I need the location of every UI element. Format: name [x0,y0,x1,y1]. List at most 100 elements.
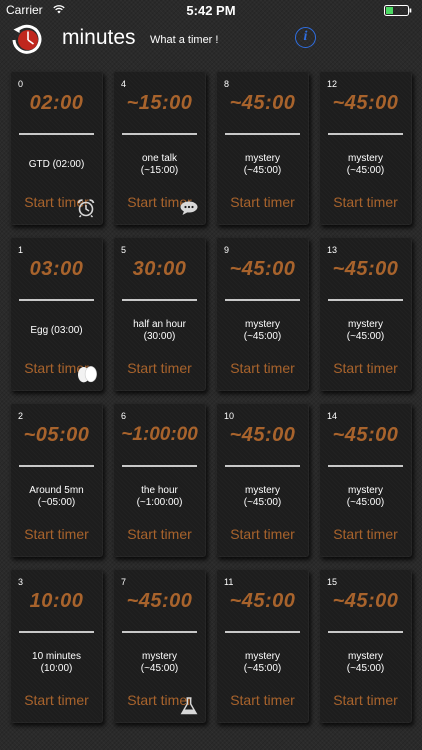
divider [225,299,300,301]
timer-index: 2 [18,411,24,421]
divider [122,465,197,467]
timer-label: mystery (~45:00) [140,651,179,674]
timer-duration: ~45:00 [229,590,296,612]
header: minutes What a timer ! i [0,20,422,62]
timer-card[interactable]: 3 10:00 10 minutes (10:00) Start timer [10,569,103,723]
speech-bubble-icon [180,201,198,215]
timer-grid: 0 02:00 GTD (02:00) Start timer 4 ~15:00… [10,71,412,729]
start-timer-button[interactable]: Start timer [319,692,412,708]
timer-card[interactable]: 4 ~15:00 one talk (~15:00) Start timer [113,71,206,225]
timer-duration: ~15:00 [126,92,193,114]
divider [122,133,197,135]
timer-label: mystery (~45:00) [346,651,385,674]
timer-card[interactable]: 14 ~45:00 mystery (~45:00) Start timer [319,403,412,557]
timer-card[interactable]: 6 ~1:00:00 the hour (~1:00:00) Start tim… [113,403,206,557]
timer-duration: ~45:00 [229,258,296,280]
timer-label: Egg (03:00) [30,325,83,336]
timer-label: one talk (~15:00) [140,153,179,176]
timer-label: mystery (~45:00) [346,153,385,176]
timer-label: 10 minutes (10:00) [32,651,81,674]
start-timer-button[interactable]: Start timer [319,360,412,376]
timer-label: mystery (~45:00) [346,485,385,508]
start-timer-button[interactable]: Start timer [216,194,309,210]
start-timer-button[interactable]: Start timer [319,194,412,210]
start-timer-button[interactable]: Start timer [216,360,309,376]
timer-card[interactable]: 13 ~45:00 mystery (~45:00) Start timer [319,237,412,391]
timer-label: mystery (~45:00) [243,651,282,674]
timer-label: GTD (02:00) [28,159,85,170]
timer-card[interactable]: 1 03:00 Egg (03:00) Start timer [10,237,103,391]
divider [328,299,403,301]
divider [19,299,94,301]
battery-icon [384,5,412,16]
app-title: minutes [62,26,136,49]
timer-index: 15 [327,577,338,587]
divider [225,631,300,633]
divider [328,631,403,633]
timer-duration: ~1:00:00 [121,424,198,445]
status-bar: Carrier 5:42 PM [0,0,422,20]
timer-duration: ~45:00 [332,590,399,612]
timer-index: 7 [121,577,127,587]
timer-card[interactable]: 9 ~45:00 mystery (~45:00) Start timer [216,237,309,391]
timer-card[interactable]: 5 30:00 half an hour (30:00) Start timer [113,237,206,391]
timer-index: 14 [327,411,338,421]
timer-index: 5 [121,245,127,255]
timer-label: the hour (~1:00:00) [136,485,183,508]
timer-card[interactable]: 8 ~45:00 mystery (~45:00) Start timer [216,71,309,225]
divider [19,465,94,467]
start-timer-button[interactable]: Start timer [113,360,206,376]
timer-card[interactable]: 10 ~45:00 mystery (~45:00) Start timer [216,403,309,557]
timer-card[interactable]: 11 ~45:00 mystery (~45:00) Start timer [216,569,309,723]
timer-label: mystery (~45:00) [243,319,282,342]
timer-card[interactable]: 15 ~45:00 mystery (~45:00) Start timer [319,569,412,723]
timer-index: 3 [18,577,24,587]
timer-duration: 10:00 [29,590,84,612]
alarm-clock-icon [77,199,95,218]
timer-index: 6 [121,411,127,421]
divider [19,631,94,633]
app-subtitle: What a timer ! [150,34,219,46]
timer-index: 13 [327,245,338,255]
flask-icon [180,697,198,715]
timer-duration: ~45:00 [126,590,193,612]
timer-duration: ~45:00 [332,424,399,446]
divider [328,133,403,135]
timer-card[interactable]: 0 02:00 GTD (02:00) Start timer [10,71,103,225]
timer-index: 10 [224,411,235,421]
app-logo-icon[interactable] [9,23,45,57]
timer-label: mystery (~45:00) [243,153,282,176]
divider [122,299,197,301]
start-timer-button[interactable]: Start timer [319,526,412,542]
timer-card[interactable]: 7 ~45:00 mystery (~45:00) Start timer [113,569,206,723]
timer-index: 4 [121,79,127,89]
timer-duration: ~45:00 [229,92,296,114]
divider [328,465,403,467]
timer-index: 11 [224,577,234,587]
timer-card[interactable]: 2 ~05:00 Around 5mn (~05:00) Start timer [10,403,103,557]
divider [122,631,197,633]
start-timer-button[interactable]: Start timer [10,526,103,542]
status-time: 5:42 PM [186,3,236,18]
timer-label: mystery (~45:00) [243,485,282,508]
divider [19,133,94,135]
start-timer-button[interactable]: Start timer [216,692,309,708]
divider [225,133,300,135]
start-timer-button[interactable]: Start timer [10,692,103,708]
timer-index: 8 [224,79,230,89]
timer-duration: 03:00 [29,258,84,280]
timer-duration: ~45:00 [332,92,399,114]
divider [225,465,300,467]
timer-label: mystery (~45:00) [346,319,385,342]
info-icon[interactable]: i [295,27,316,48]
start-timer-button[interactable]: Start timer [113,526,206,542]
start-timer-button[interactable]: Start timer [216,526,309,542]
timer-index: 9 [224,245,230,255]
timer-duration: 30:00 [132,258,187,280]
timer-duration: ~45:00 [229,424,296,446]
timer-index: 1 [18,245,24,255]
timer-duration: 02:00 [29,92,84,114]
timer-card[interactable]: 12 ~45:00 mystery (~45:00) Start timer [319,71,412,225]
timer-index: 0 [18,79,24,89]
egg-icon [77,366,97,383]
